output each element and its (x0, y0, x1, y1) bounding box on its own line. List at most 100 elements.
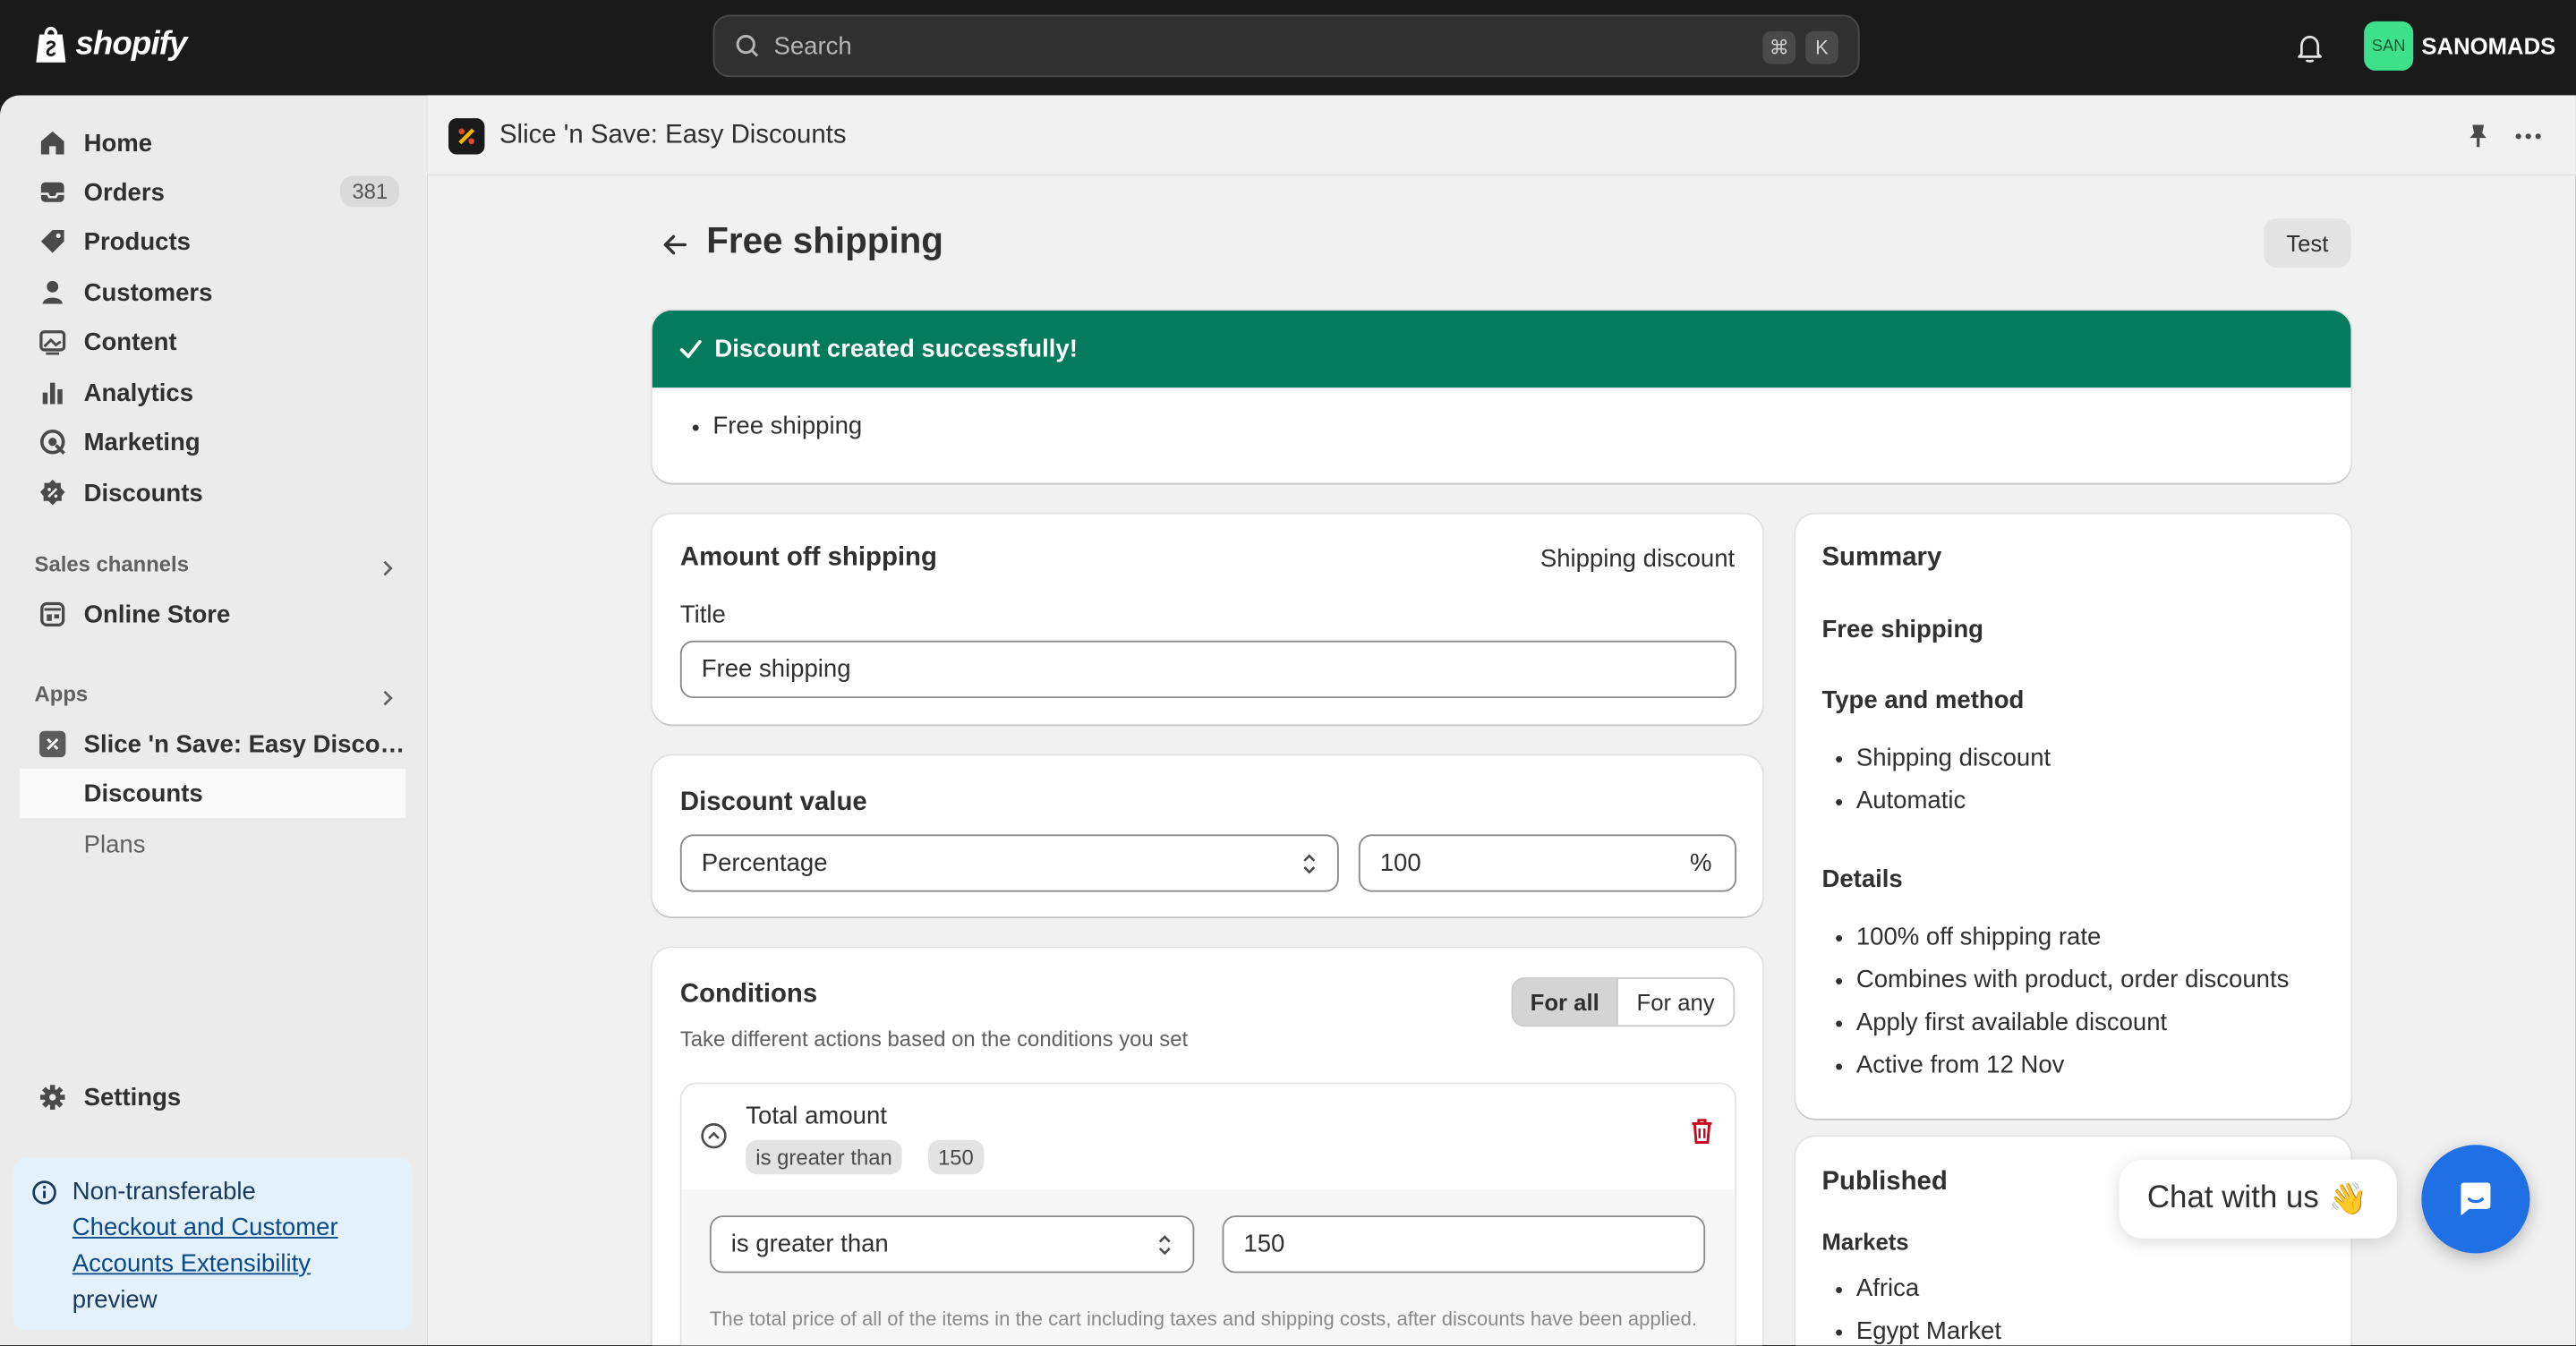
sidebar-item-label: Discounts (83, 479, 203, 507)
callout-text-end: preview (72, 1286, 158, 1315)
chat-launcher-button[interactable] (2421, 1145, 2530, 1254)
app-title: Slice 'n Save: Easy Discounts (499, 121, 847, 150)
discount-amount-input[interactable]: 100 % (1358, 834, 1737, 892)
sidebar-item-app-plans[interactable]: Plans (20, 820, 405, 869)
toggle-for-any[interactable]: For any (1616, 978, 1734, 1026)
callout-text: Non-transferable (72, 1177, 256, 1206)
main-content: Slice 'n Save: Easy Discounts Free shipp… (427, 95, 2576, 1346)
search-bar[interactable]: Search ⌘ K (712, 14, 1860, 78)
markets-heading: Markets (1821, 1228, 1909, 1256)
sidebar-item-label: Products (83, 227, 191, 256)
sidebar-item-label: Content (83, 328, 177, 356)
title-input[interactable]: Free shipping (679, 640, 1737, 699)
condition-body: is greater than 150 The total price of a… (681, 1188, 1736, 1346)
sidebar-item-label: Customers (83, 278, 213, 307)
sidebar-item-marketing[interactable]: Marketing (20, 417, 405, 466)
search-icon (736, 34, 759, 57)
person-icon (42, 280, 63, 304)
sidebar-item-content[interactable]: Content (20, 317, 405, 366)
gear-icon (39, 1085, 65, 1110)
search-placeholder: Search (773, 31, 852, 60)
summary-list-item: Shipping discount (1835, 744, 2051, 771)
target-icon (39, 429, 65, 455)
discount-type-label: Shipping discount (1540, 545, 1736, 574)
bar-chart-icon (42, 382, 63, 405)
banner-header: Discount created successfully! (652, 310, 2351, 388)
home-icon (40, 131, 64, 155)
toggle-for-all[interactable]: For all (1513, 978, 1617, 1026)
sidebar-item-analytics[interactable]: Analytics (20, 368, 405, 417)
back-arrow-icon[interactable] (661, 230, 690, 260)
apps-heading: Apps (34, 681, 89, 707)
store-name[interactable]: SANOMADS (2421, 33, 2555, 59)
app-logo-icon (448, 118, 485, 155)
sidebar-item-label: Marketing (83, 428, 200, 456)
condition-mode-toggle: For all For any (1511, 977, 1736, 1027)
sidebar-item-label: Home (83, 129, 153, 158)
extensibility-callout: Non-transferable Checkout and Customer A… (13, 1157, 413, 1331)
sidebar-item-discounts[interactable]: Discounts (20, 468, 405, 517)
avatar[interactable]: SAN (2364, 21, 2414, 71)
market-item: Africa (1835, 1274, 1919, 1302)
summary-list-item: Active from 12 Nov (1835, 1052, 2065, 1079)
operator-select[interactable]: is greater than (709, 1215, 1195, 1274)
app-root: shopify Search ⌘ K SAN SANOMADS Home Ord… (0, 0, 2576, 1346)
condition-header[interactable]: Total amount is greater than 150 (681, 1084, 1736, 1189)
condition-value-input[interactable]: 150 (1222, 1215, 1706, 1274)
store-icon (40, 601, 65, 627)
wave-emoji-icon: 👋 (2328, 1182, 2368, 1218)
condition-name: Total amount (746, 1102, 887, 1130)
shortcut-cmd-key: ⌘ (1762, 30, 1796, 64)
inbox-icon (40, 182, 64, 202)
check-icon (679, 339, 702, 359)
chevron-right-icon[interactable] (380, 690, 396, 706)
more-horizontal-icon[interactable] (2513, 122, 2543, 151)
condition-operator-tag: is greater than (746, 1139, 902, 1175)
select-arrows-icon (1303, 854, 1316, 874)
sidebar-item-app-discounts[interactable]: Discounts (20, 768, 406, 819)
banner-title: Discount created successfully! (714, 335, 1078, 363)
summary-list-item: Combines with product, order discounts (1835, 966, 2290, 993)
details-heading: Details (1821, 865, 1903, 894)
orders-count-badge: 381 (340, 175, 400, 208)
trash-icon[interactable] (1689, 1117, 1715, 1145)
sidebar-item-customers[interactable]: Customers (20, 268, 405, 317)
condition-value-tag: 150 (928, 1139, 984, 1175)
conditions-description: Take different actions based on the cond… (679, 1027, 1189, 1052)
select-arrows-icon (1158, 1235, 1171, 1256)
pin-icon[interactable] (2464, 122, 2492, 149)
sidebar-item-app[interactable]: Slice 'n Save: Easy Discou... (20, 720, 405, 769)
sidebar-item-online-store[interactable]: Online Store (20, 590, 405, 639)
published-title: Published (1821, 1167, 1948, 1197)
test-button[interactable]: Test (2264, 218, 2351, 268)
shortcut-k-key: K (1805, 30, 1838, 64)
tag-icon (40, 229, 64, 253)
discount-type-select[interactable]: Percentage (679, 834, 1339, 892)
success-banner: Discount created successfully! Free ship… (652, 310, 2351, 483)
chevron-up-icon[interactable] (700, 1122, 728, 1150)
sidebar-item-products[interactable]: Products (20, 217, 405, 266)
sidebar-item-label: Online Store (83, 600, 231, 629)
image-icon (39, 330, 66, 355)
sidebar-item-label: Slice 'n Save: Easy Discou... (83, 729, 406, 759)
page-title: Free shipping (706, 219, 943, 261)
chat-label: Chat with us (2146, 1180, 2319, 1216)
summary-list-item: Apply first available discount (1835, 1009, 2167, 1036)
summary-title: Summary (1821, 543, 1942, 572)
chat-with-us-button[interactable]: Chat with us 👋 (2119, 1159, 2397, 1239)
shopify-bag-icon (36, 26, 66, 63)
summary-card: Summary Free shipping Type and method Sh… (1796, 514, 2351, 1119)
sidebar-item-home[interactable]: Home (20, 118, 405, 167)
sales-channels-heading: Sales channels (34, 551, 189, 577)
bell-icon[interactable] (2293, 31, 2326, 64)
shopify-logo[interactable]: shopify (33, 23, 187, 66)
app-logo-icon (39, 730, 66, 758)
market-item: Egypt Market (1835, 1317, 2001, 1345)
callout-link[interactable]: Checkout and Customer Accounts Extensibi… (73, 1214, 338, 1278)
info-icon (32, 1180, 56, 1205)
sidebar-item-orders[interactable]: Orders 381 (20, 167, 405, 217)
amount-off-shipping-card: Amount off shipping Shipping discount Ti… (652, 514, 1763, 725)
sidebar-item-settings[interactable]: Settings (20, 1073, 405, 1122)
chevron-right-icon[interactable] (380, 560, 396, 576)
card-title: Discount value (679, 788, 867, 817)
